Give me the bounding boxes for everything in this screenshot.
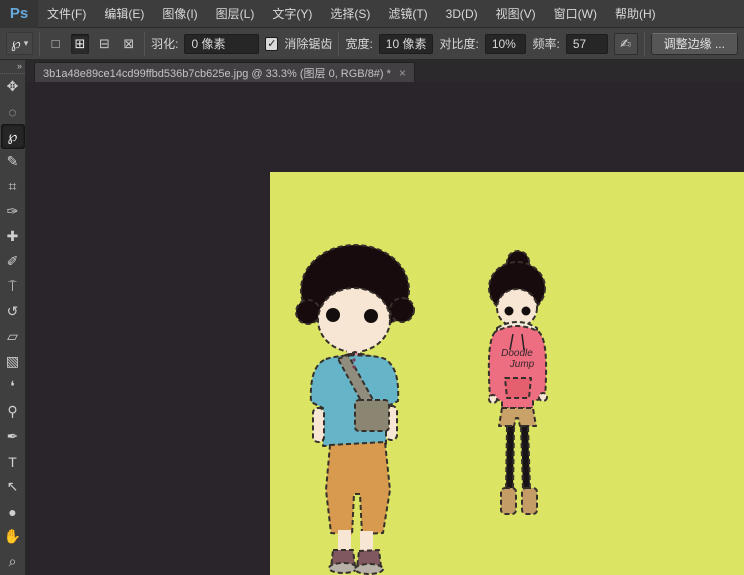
document-tab[interactable]: 3b1a48e89ce14cd99ffbd536b7cb625e.jpg @ 3… [34, 62, 415, 82]
zoom-icon: ⌕ [9, 553, 17, 570]
tool-hand[interactable]: ✋ [1, 524, 25, 549]
eraser-icon: ▱ [7, 328, 18, 345]
girl-figure: Doodle Jump [480, 248, 560, 528]
quick-selection-icon: ✎ [7, 153, 19, 170]
healing-brush-icon: ✚ [7, 228, 19, 245]
photoshop-window: { "menu_bar": { "logo": "Ps", "items": [… [0, 0, 744, 575]
tool-path-selection[interactable]: ↖ [1, 474, 25, 499]
tool-clone-stamp[interactable]: ⍑ [1, 274, 25, 299]
anti-alias-label: 消除锯齿 [284, 35, 332, 52]
lasso-icon: ℘ [8, 128, 18, 145]
divider [39, 32, 40, 56]
divider [144, 32, 145, 56]
tool-magnetic-lasso[interactable]: ℘ [1, 124, 25, 149]
contrast-input[interactable]: 10% [485, 34, 527, 54]
marquee-icon: ◌ [8, 104, 16, 120]
tool-eyedropper[interactable]: ✑ [1, 199, 25, 224]
document-image[interactable]: Doodle Jump [270, 172, 744, 575]
blur-drop-icon: ❛ [10, 378, 15, 395]
pen-icon: ✒ [7, 428, 19, 445]
divider [338, 32, 339, 56]
tool-eraser[interactable]: ▱ [1, 324, 25, 349]
brush-icon: ✐ [7, 253, 19, 270]
tool-blur[interactable]: ❛ [1, 374, 25, 399]
feather-label: 羽化: [151, 35, 178, 52]
hand-icon: ✋ [4, 528, 21, 545]
intersect-selection-icon: ⊠ [123, 36, 134, 52]
crop-icon: ⌗ [9, 178, 17, 195]
options-bar: ℘ ▾ □ ⊞ ⊟ ⊠ 羽化: 0 像素 ✓ 消除锯齿 宽度: 10 像素 对比… [0, 28, 744, 60]
contrast-label: 对比度: [439, 35, 478, 52]
add-to-selection-icon: ⊞ [75, 36, 86, 52]
menu-item-help[interactable]: 帮助(H) [606, 0, 665, 28]
dodge-icon: ⚲ [7, 403, 17, 420]
menu-item-window[interactable]: 窗口(W) [545, 0, 606, 28]
refine-edge-button[interactable]: 调整边缘 ... [651, 33, 738, 55]
gradient-icon: ▧ [6, 353, 19, 370]
menu-item-layer[interactable]: 图层(L) [207, 0, 264, 28]
tool-quick-selection[interactable]: ✎ [1, 149, 25, 174]
menu-bar: Ps 文件(F) 编辑(E) 图像(I) 图层(L) 文字(Y) 选择(S) 滤… [0, 0, 744, 28]
pen-pressure-button[interactable]: ✍ [614, 33, 638, 55]
subtract-from-selection-icon: ⊟ [99, 36, 110, 52]
document-tab-title: 3b1a48e89ce14cd99ffbd536b7cb625e.jpg @ 3… [43, 65, 391, 81]
new-selection-icon: □ [52, 36, 60, 51]
tools-panel: » ✥ ◌ ℘ ✎ ⌗ ✑ ✚ ✐ ⍑ ↺ ▱ ▧ ❛ ⚲ ✒ T ↖ ● ✋ … [0, 60, 26, 575]
hoodie-text-line1: Doodle [501, 348, 533, 359]
intersect-selection-button[interactable]: ⊠ [120, 34, 138, 54]
clone-stamp-icon: ⍑ [8, 278, 16, 295]
canvas-area[interactable]: Doodle Jump [26, 82, 744, 575]
workspace: » ✥ ◌ ℘ ✎ ⌗ ✑ ✚ ✐ ⍑ ↺ ▱ ▧ ❛ ⚲ ✒ T ↖ ● ✋ … [0, 60, 744, 575]
tool-elliptical-marquee[interactable]: ◌ [1, 99, 25, 124]
menu-item-edit[interactable]: 编辑(E) [95, 0, 153, 28]
hoodie-text-line2: Jump [509, 359, 535, 370]
magnetic-lasso-icon: ℘ [11, 35, 21, 52]
path-selection-icon: ↖ [7, 478, 19, 495]
menu-item-image[interactable]: 图像(I) [153, 0, 206, 28]
width-label: 宽度: [345, 35, 372, 52]
tool-gradient[interactable]: ▧ [1, 349, 25, 374]
close-icon[interactable]: × [399, 67, 406, 79]
type-icon: T [8, 454, 17, 470]
feather-input[interactable]: 0 像素 [184, 34, 259, 54]
tool-pen[interactable]: ✒ [1, 424, 25, 449]
document-tab-bar: 3b1a48e89ce14cd99ffbd536b7cb625e.jpg @ 3… [26, 60, 744, 82]
tool-ellipse-shape[interactable]: ● [1, 499, 25, 524]
menu-item-type[interactable]: 文字(Y) [263, 0, 321, 28]
divider [644, 32, 645, 56]
photoshop-logo: Ps [0, 0, 38, 28]
tool-move[interactable]: ✥ [1, 74, 25, 99]
collapse-panel-button[interactable]: » [0, 60, 25, 74]
menu-item-3d[interactable]: 3D(D) [437, 0, 487, 28]
eyedropper-icon: ✑ [7, 203, 19, 220]
shape-icon: ● [8, 504, 16, 520]
chevron-down-icon: ▾ [24, 38, 29, 49]
tool-dodge[interactable]: ⚲ [1, 399, 25, 424]
tool-history-brush[interactable]: ↺ [1, 299, 25, 324]
pen-pressure-icon: ✍ [620, 36, 631, 52]
tool-crop[interactable]: ⌗ [1, 174, 25, 199]
tool-type[interactable]: T [1, 449, 25, 474]
menu-item-file[interactable]: 文件(F) [38, 0, 95, 28]
subtract-from-selection-button[interactable]: ⊟ [95, 34, 113, 54]
boy-figure [293, 240, 418, 575]
frequency-input[interactable]: 57 [566, 34, 608, 54]
tool-brush[interactable]: ✐ [1, 249, 25, 274]
tool-spot-healing[interactable]: ✚ [1, 224, 25, 249]
new-selection-button[interactable]: □ [46, 34, 64, 54]
menu-item-filter[interactable]: 滤镜(T) [379, 0, 436, 28]
move-icon: ✥ [7, 78, 19, 95]
history-brush-icon: ↺ [7, 303, 19, 320]
menu-item-select[interactable]: 选择(S) [321, 0, 379, 28]
tool-preset-picker[interactable]: ℘ ▾ [6, 32, 33, 55]
add-to-selection-button[interactable]: ⊞ [71, 34, 89, 54]
frequency-label: 频率: [532, 35, 559, 52]
width-input[interactable]: 10 像素 [379, 34, 434, 54]
tool-zoom[interactable]: ⌕ [1, 549, 25, 574]
menu-item-view[interactable]: 视图(V) [487, 0, 545, 28]
anti-alias-checkbox[interactable]: ✓ [265, 37, 278, 51]
